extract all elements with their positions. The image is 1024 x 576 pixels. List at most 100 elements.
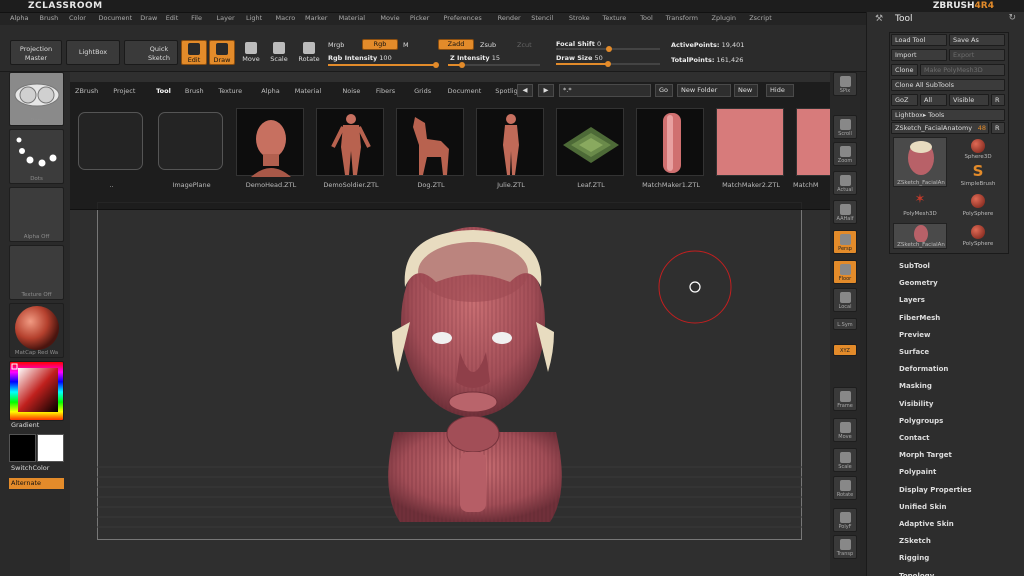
tool-thumb-sphere3d[interactable]: Sphere3D — [953, 137, 1003, 162]
goz-visible-button[interactable]: Visible — [949, 94, 989, 106]
switch-color-button[interactable]: SwitchColor — [9, 463, 64, 474]
shelf-zoom-button[interactable]: Zoom — [833, 142, 857, 166]
menu-item-tool[interactable]: Tool — [640, 14, 653, 22]
lightbox-tab-document[interactable]: Document — [448, 87, 482, 95]
tool-section-rigging[interactable]: Rigging — [899, 554, 929, 562]
shelf-persp-button[interactable]: Persp — [833, 230, 857, 254]
lightbox-tools-button[interactable]: Lightbox▸ Tools — [891, 109, 1005, 121]
move-button[interactable]: Move — [239, 40, 263, 65]
shelf-aahalf-button[interactable]: AAHalf — [833, 200, 857, 224]
dog-item[interactable]: Dog.ZTL — [396, 108, 464, 189]
shelf-spix-button[interactable]: SPix — [833, 72, 857, 96]
menu-item-document[interactable]: Document — [99, 14, 133, 22]
tool-section-geometry[interactable]: Geometry — [899, 279, 938, 287]
tool-section-morph-target[interactable]: Morph Target — [899, 451, 952, 459]
texture-thumbnail[interactable]: Texture Off — [9, 245, 64, 300]
draw-size-slider[interactable]: Draw Size 50 — [556, 54, 603, 62]
shelf-floor-button[interactable]: Floor — [833, 260, 857, 284]
tool-thumb-polymesh3d[interactable]: ✶ PolyMesh3D — [893, 192, 947, 222]
m-button[interactable]: M — [403, 41, 409, 49]
gradient-label[interactable]: Gradient — [9, 420, 64, 431]
lightbox-tab-brush[interactable]: Brush — [185, 87, 204, 95]
clone-button[interactable]: Clone — [891, 64, 918, 76]
menu-item-alpha[interactable]: Alpha — [10, 14, 28, 22]
zcut-button[interactable]: Zcut — [517, 41, 532, 49]
tool-thumb-zsketch-2[interactable]: ZSketch_FacialAn — [893, 223, 947, 249]
tool-section-layers[interactable]: Layers — [899, 296, 925, 304]
material-thumbnail[interactable]: MatCap Red Wa — [9, 303, 64, 358]
lightbox-tab-noise[interactable]: Noise — [342, 87, 360, 95]
julie-item[interactable]: Julie.ZTL — [476, 108, 544, 189]
tool-thumb-polysphere-2[interactable]: PolySphere — [953, 223, 1003, 251]
lightbox-tab-texture[interactable]: Texture — [218, 87, 242, 95]
menu-item-stencil[interactable]: Stencil — [531, 14, 553, 22]
tool-section-deformation[interactable]: Deformation — [899, 365, 948, 373]
facial-anatomy-model[interactable] — [388, 227, 562, 522]
imageplane-folder-item[interactable]: ImagePlane — [158, 112, 223, 189]
lightbox-button[interactable]: LightBox — [66, 40, 120, 65]
shelf-rotate-button[interactable]: Rotate — [833, 476, 857, 500]
clone-all-subtools-button[interactable]: Clone All SubTools — [891, 79, 1005, 91]
lightbox-tab-project[interactable]: Project — [113, 87, 135, 95]
tool-section-topology[interactable]: Topology — [899, 572, 934, 576]
menu-item-color[interactable]: Color — [69, 14, 86, 22]
quick-sketch-button[interactable]: Quick Sketch — [124, 40, 178, 65]
focal-shift-slider[interactable]: Focal Shift 0 — [556, 40, 601, 48]
tool-section-zsketch[interactable]: ZSketch — [899, 537, 931, 545]
tool-thumb-simplebrush[interactable]: S SimpleBrush — [953, 163, 1003, 190]
draw-button[interactable]: Draw — [209, 40, 235, 65]
new-folder-button[interactable]: New Folder — [677, 84, 731, 97]
edit-button[interactable]: Edit — [181, 40, 207, 65]
matchmaker2-item[interactable]: MatchMaker2.ZTL — [716, 108, 784, 189]
shelf-scroll-button[interactable]: Scroll — [833, 115, 857, 139]
shelf-actual-button[interactable]: Actual — [833, 171, 857, 195]
tool-section-subtool[interactable]: SubTool — [899, 262, 930, 270]
make-polymesh-button[interactable]: Make PolyMesh3D — [920, 64, 1005, 76]
refresh-icon[interactable]: ↻ — [1008, 13, 1016, 23]
tool-section-masking[interactable]: Masking — [899, 382, 932, 390]
menu-item-edit[interactable]: Edit — [166, 14, 179, 22]
menu-item-texture[interactable]: Texture — [603, 14, 627, 22]
tool-section-visibility[interactable]: Visibility — [899, 400, 933, 408]
zadd-button[interactable]: Zadd — [438, 39, 474, 50]
rgb-intensity-track[interactable] — [328, 62, 439, 68]
lightbox-tab-fibers[interactable]: Fibers — [376, 87, 395, 95]
brush-thumbnail[interactable]: Dots — [9, 72, 64, 126]
tool-thumb-zsketch[interactable]: ZSketch_FacialAn — [893, 137, 947, 187]
rotate-button[interactable]: Rotate — [296, 40, 322, 65]
menu-item-transform[interactable]: Transform — [666, 14, 698, 22]
shelf-transp-button[interactable]: Transp — [833, 535, 857, 559]
rgb-intensity-slider[interactable]: Rgb Intensity 100 — [328, 54, 392, 62]
shelf-local-button[interactable]: Local — [833, 288, 857, 312]
tool-section-contact[interactable]: Contact — [899, 434, 930, 442]
menu-item-zplugin[interactable]: Zplugin — [712, 14, 737, 22]
mrgb-button[interactable]: Mrgb — [328, 41, 344, 49]
scale-button[interactable]: Scale — [267, 40, 291, 65]
shelf-frame-button[interactable]: Frame — [833, 387, 857, 411]
lightbox-tab-zbrush[interactable]: ZBrush — [75, 87, 98, 95]
rgb-button[interactable]: Rgb — [362, 39, 398, 50]
demosoldier-item[interactable]: DemoSoldier.ZTL — [316, 108, 384, 189]
projection-master-button[interactable]: Projection Master — [10, 40, 62, 65]
menu-item-zscript[interactable]: Zscript — [749, 14, 772, 22]
tool-section-unified-skin[interactable]: Unified Skin — [899, 503, 947, 511]
menu-item-marker[interactable]: Marker — [305, 14, 327, 22]
goz-all-button[interactable]: All — [920, 94, 947, 106]
tool-r-button[interactable]: R — [991, 122, 1005, 134]
shelf-polyf-button[interactable]: PolyF — [833, 508, 857, 532]
menu-item-picker[interactable]: Picker — [410, 14, 429, 22]
alternate-button[interactable]: Alternate — [9, 478, 64, 489]
import-button[interactable]: Import — [891, 49, 947, 61]
goz-r-button[interactable]: R — [991, 94, 1005, 106]
load-tool-button[interactable]: Load Tool — [891, 34, 947, 46]
z-intensity-slider[interactable]: Z Intensity 15 — [450, 54, 500, 62]
lightbox-next-button[interactable]: ▶ — [538, 84, 554, 97]
main-color-swatch[interactable] — [9, 434, 36, 462]
menu-item-brush[interactable]: Brush — [40, 14, 59, 22]
current-tool-slider[interactable]: ZSketch_FacialAnatomy 48 — [891, 122, 989, 134]
lightbox-tab-alpha[interactable]: Alpha — [261, 87, 279, 95]
z-intensity-track[interactable] — [448, 62, 540, 68]
stroke-thumbnail[interactable]: Dots — [9, 129, 64, 184]
goz-button[interactable]: GoZ — [891, 94, 918, 106]
lightbox-prev-button[interactable]: ◀ — [517, 84, 533, 97]
